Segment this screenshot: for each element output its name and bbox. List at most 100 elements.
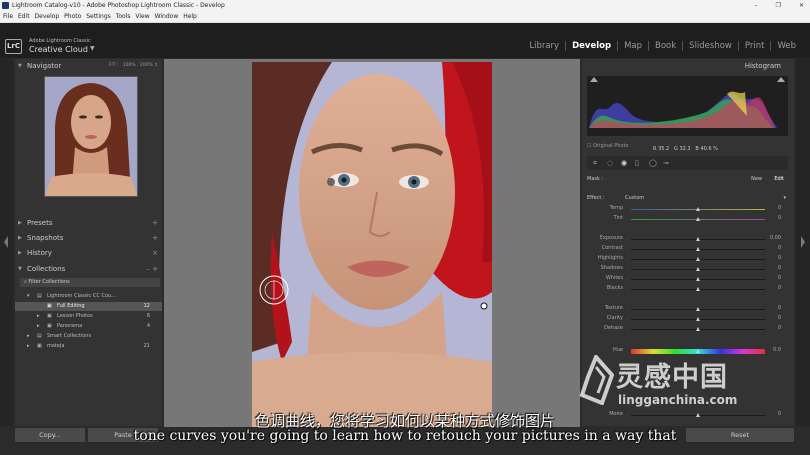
- creative-cloud-label[interactable]: Creative Cloud: [29, 45, 88, 54]
- mask-new-button[interactable]: New: [751, 176, 762, 182]
- slider-tint[interactable]: Tint 0: [591, 215, 781, 224]
- slider-value[interactable]: 0: [778, 325, 781, 331]
- module-web[interactable]: Web: [770, 41, 802, 51]
- module-book[interactable]: Book: [648, 41, 682, 51]
- slider-knob[interactable]: [696, 217, 700, 221]
- photo-canvas[interactable]: [164, 59, 580, 427]
- slider-value[interactable]: 0: [778, 305, 781, 311]
- crop-tool-icon[interactable]: ⌗: [593, 159, 597, 168]
- watermark: 灵感中国 lingganchina.com: [578, 353, 798, 413]
- spot-removal-icon[interactable]: ◌: [607, 159, 613, 167]
- menu-develop[interactable]: Develop: [35, 13, 60, 20]
- history-header[interactable]: ▶ History ×: [15, 246, 162, 260]
- slider-contrast[interactable]: Contrast 0: [591, 245, 781, 254]
- list-item[interactable]: ▸ ▣ mateja 21: [15, 342, 162, 351]
- module-library[interactable]: Library: [523, 41, 565, 51]
- collections-header[interactable]: ▼ Collections – +: [15, 262, 162, 276]
- left-panel-toggle-strip[interactable]: [0, 59, 13, 426]
- zoom-200[interactable]: 200% ↕: [140, 63, 158, 68]
- navigator-label: Navigator: [27, 62, 62, 70]
- slider-knob[interactable]: [696, 317, 700, 321]
- module-slideshow[interactable]: Slideshow: [682, 41, 738, 51]
- menu-tools[interactable]: Tools: [116, 13, 131, 20]
- slider-value[interactable]: 0: [778, 285, 781, 291]
- slider-texture[interactable]: Texture 0: [591, 305, 781, 314]
- list-item[interactable]: ▸ ▣ Lesson Photos 6: [15, 312, 162, 321]
- slider-value[interactable]: 0: [778, 265, 781, 271]
- add-preset-icon[interactable]: +: [152, 216, 158, 230]
- effect-preset-select[interactable]: Custom: [625, 195, 644, 201]
- close-button[interactable]: ✕: [799, 0, 804, 11]
- red-eye-icon[interactable]: ◉: [621, 159, 627, 167]
- list-item[interactable]: ▸ ▤ Smart Collections: [15, 332, 162, 341]
- list-item[interactable]: ▸ ▣ Panorama 4: [15, 322, 162, 331]
- menu-help[interactable]: Help: [183, 13, 197, 20]
- radial-filter-icon[interactable]: ◯: [649, 159, 657, 167]
- slider-value[interactable]: 0: [778, 275, 781, 281]
- list-item[interactable]: ▾ ▤ Lightroom Classic CC Cou...: [15, 292, 162, 301]
- collection-label: mateja: [47, 343, 65, 349]
- zoom-fit[interactable]: FIT :: [109, 63, 119, 68]
- collection-label: Lightroom Classic CC Cou...: [47, 293, 116, 299]
- module-print[interactable]: Print: [737, 41, 771, 51]
- slider-knob[interactable]: [696, 277, 700, 281]
- slider-value[interactable]: 0: [778, 255, 781, 261]
- navigator-header[interactable]: ▼ Navigator FIT : 100% 200% ↕: [15, 59, 162, 73]
- menu-settings[interactable]: Settings: [86, 13, 111, 20]
- slider-knob[interactable]: [696, 257, 700, 261]
- menu-file[interactable]: File: [3, 13, 13, 20]
- graduated-filter-icon[interactable]: ▯: [635, 159, 639, 167]
- collection-label: Panorama: [57, 323, 83, 329]
- slider-dehaze[interactable]: Dehaze 0: [591, 325, 781, 334]
- menu-window[interactable]: Window: [155, 13, 179, 20]
- left-panel-arrow-icon: [4, 236, 8, 248]
- slider-knob[interactable]: [696, 307, 700, 311]
- adjustment-brush-icon[interactable]: ⊸: [663, 159, 669, 167]
- list-item[interactable]: ▣ Full Editing 12: [15, 302, 162, 311]
- minimize-button[interactable]: –: [755, 0, 758, 11]
- window-title: Lightroom Catalog-v10 - Adobe Photoshop …: [12, 2, 225, 9]
- maximize-button[interactable]: ❐: [776, 0, 781, 11]
- slider-knob[interactable]: [696, 327, 700, 331]
- menu-edit[interactable]: Edit: [18, 13, 30, 20]
- slider-value[interactable]: 0.00: [770, 235, 781, 241]
- slider-clarity[interactable]: Clarity 0: [591, 315, 781, 324]
- slider-blacks[interactable]: Blacks 0: [591, 285, 781, 294]
- slider-value[interactable]: 0: [778, 205, 781, 211]
- slider-value[interactable]: 0: [778, 315, 781, 321]
- menu-view[interactable]: View: [135, 13, 149, 20]
- slider-value[interactable]: 0: [778, 215, 781, 221]
- collections-add-remove[interactable]: – +: [146, 262, 158, 276]
- slider-whites[interactable]: Whites 0: [591, 275, 781, 284]
- slider-knob[interactable]: [696, 247, 700, 251]
- zoom-100[interactable]: 100%: [123, 63, 136, 68]
- mask-edit-button[interactable]: Edit: [774, 176, 784, 182]
- close-history-icon[interactable]: ×: [152, 246, 158, 260]
- slider-value[interactable]: 0: [778, 245, 781, 251]
- slider-temp[interactable]: Temp 0: [591, 205, 781, 214]
- slider-knob[interactable]: [696, 237, 700, 241]
- slider-highlights[interactable]: Highlights 0: [591, 255, 781, 264]
- slider-knob[interactable]: [696, 267, 700, 271]
- snapshots-header[interactable]: ▶ Snapshots +: [15, 231, 162, 245]
- filter-collections-input[interactable]: ⌕ Filter Collections: [20, 278, 160, 287]
- main-photo[interactable]: [252, 62, 492, 427]
- add-snapshot-icon[interactable]: +: [152, 231, 158, 245]
- slider-knob[interactable]: [696, 207, 700, 211]
- slider-knob[interactable]: [696, 287, 700, 291]
- histogram[interactable]: R 35.2 G 32.3 B 40.6 %: [587, 76, 788, 152]
- portrait-image: [252, 62, 492, 427]
- slider-exposure[interactable]: Exposure 0.00: [591, 235, 781, 244]
- module-map[interactable]: Map: [617, 41, 648, 51]
- original-photo-toggle[interactable]: ☐ Original Photo: [587, 143, 629, 149]
- module-develop[interactable]: Develop: [565, 41, 617, 51]
- chevron-down-icon[interactable]: ▼: [90, 45, 95, 52]
- slider-shadows[interactable]: Shadows 0: [591, 265, 781, 274]
- right-panel-toggle-strip[interactable]: [796, 59, 810, 426]
- subtitle-english: tone curves you're going to learn how to…: [133, 428, 677, 444]
- menu-photo[interactable]: Photo: [64, 13, 81, 20]
- presets-header[interactable]: ▶ Presets +: [15, 216, 162, 230]
- navigator-preview[interactable]: [44, 76, 138, 197]
- chevron-down-icon[interactable]: ▾: [783, 195, 786, 201]
- histogram-header[interactable]: Histogram: [745, 62, 781, 70]
